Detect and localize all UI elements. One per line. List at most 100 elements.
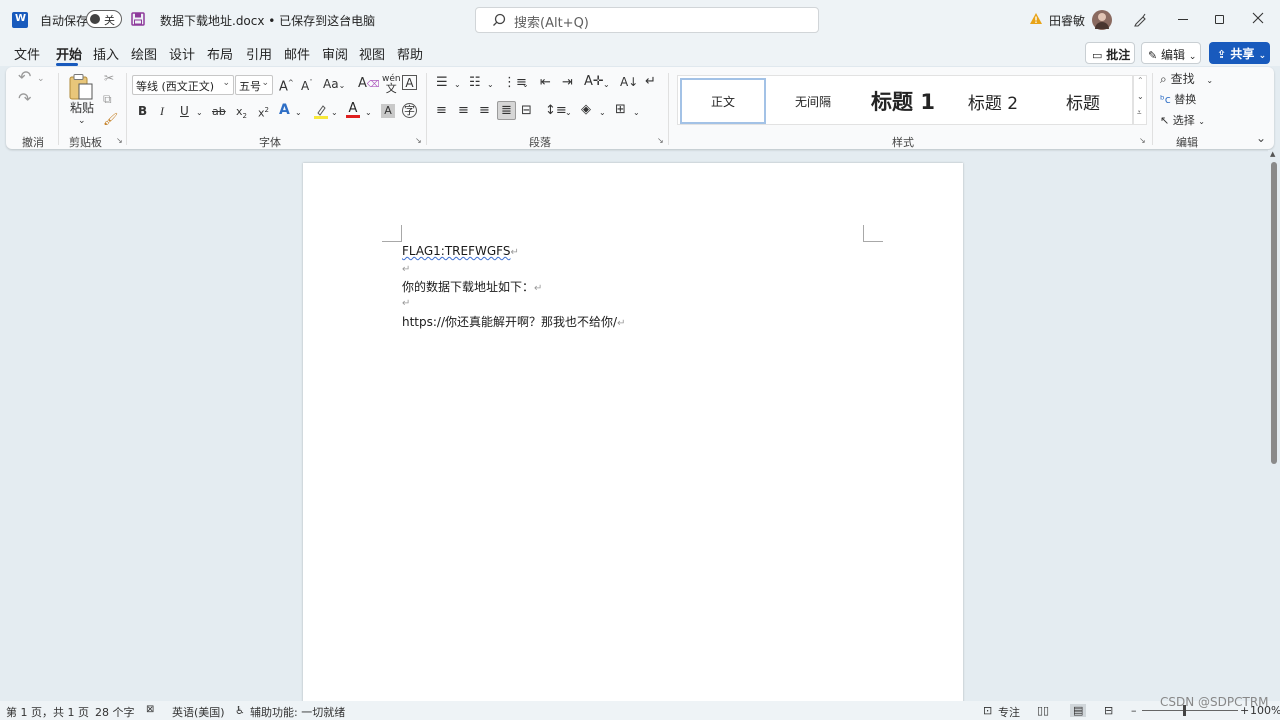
undo-icon[interactable]: ↶ [18, 69, 31, 85]
increase-indent-icon[interactable]: ⇥ [562, 75, 573, 91]
document-line-empty[interactable]: ↵ [402, 261, 410, 275]
tab-layout[interactable]: 布局 [207, 44, 233, 63]
chevron-down-icon[interactable]: ⌄ [599, 105, 606, 121]
tab-view[interactable]: 视图 [359, 44, 385, 63]
print-layout-icon[interactable]: ▤ [1070, 704, 1087, 717]
editing-mode-button[interactable]: ✎ 编辑 ⌄ [1141, 42, 1201, 64]
styles-gallery-scroll[interactable]: ⌃ ⌄ ⩡ [1133, 75, 1147, 125]
style-no-spacing[interactable]: 无间隔 [770, 78, 856, 124]
pen-icon[interactable] [1133, 12, 1148, 27]
underline-button[interactable]: U [180, 103, 189, 119]
clear-formatting-icon[interactable]: A⌫ [358, 76, 380, 93]
format-painter-icon[interactable]: 🖌 [103, 111, 118, 127]
align-left-icon[interactable]: ≡ [436, 103, 447, 119]
document-page[interactable]: FLAG1:TREFWGFS↵ ↵ 你的数据下载地址如下：↵ ↵ https:/… [303, 163, 963, 703]
tab-references[interactable]: 引用 [246, 44, 272, 63]
collapse-ribbon-icon[interactable]: ⌄ [1256, 131, 1266, 145]
replace-button[interactable]: ᵇc 替换 [1160, 92, 1196, 108]
show-formatting-icon[interactable]: ↵ [645, 74, 656, 90]
language[interactable]: 英语(美国) [172, 704, 225, 720]
chevron-down-icon[interactable]: ⌄ [565, 105, 572, 121]
numbering-icon[interactable]: ☷ [469, 75, 481, 91]
minimize-icon[interactable] [1178, 19, 1188, 20]
dialog-launcher-icon[interactable]: ↘ [415, 136, 422, 145]
copy-icon[interactable]: ⧉ [103, 91, 112, 107]
vertical-scrollbar[interactable]: ▲ [1268, 150, 1280, 701]
chevron-down-icon[interactable]: ⌄ [196, 105, 203, 121]
superscript-button[interactable]: x2 [258, 102, 269, 122]
avatar[interactable] [1092, 10, 1112, 30]
user-name[interactable]: 田睿敏 [1049, 12, 1085, 29]
chevron-down-icon[interactable]: ⌄ [454, 77, 461, 93]
find-button[interactable]: ⌕ 查找 ⌄ [1160, 71, 1213, 89]
save-icon[interactable] [131, 12, 145, 26]
chevron-down-icon[interactable]: ⌄ [487, 77, 494, 93]
borders-icon[interactable]: ⊞ [615, 102, 626, 118]
chevron-down-icon[interactable]: ⌄ [1137, 92, 1144, 101]
web-layout-icon[interactable]: ⊟ [1104, 704, 1113, 717]
tab-design[interactable]: 设计 [169, 44, 195, 63]
character-shading-icon[interactable]: A [381, 104, 395, 118]
bullets-icon[interactable]: ☰ [436, 75, 448, 91]
document-line-download-intro[interactable]: 你的数据下载地址如下：↵ [402, 278, 542, 295]
share-button[interactable]: ⇪ 共享 ⌄ [1209, 42, 1270, 64]
read-mode-icon[interactable]: ▯▯ [1037, 704, 1049, 717]
style-heading-1[interactable]: 标题 1 [860, 78, 946, 124]
document-line-empty[interactable]: ↵ [402, 295, 410, 309]
strikethrough-button[interactable]: ab [212, 104, 226, 120]
autosave-toggle[interactable]: 关 [86, 10, 122, 28]
bold-button[interactable]: B [138, 103, 147, 119]
tab-insert[interactable]: 插入 [93, 44, 119, 63]
enclose-characters-icon[interactable]: 字 [402, 103, 417, 118]
font-name-combo[interactable]: 等线 (西文正文) ⌄ [132, 75, 234, 95]
restore-icon[interactable] [1215, 15, 1224, 24]
redo-icon[interactable]: ↷ [18, 91, 31, 107]
proofing-icon[interactable]: ⊠ [146, 704, 154, 715]
page-info[interactable]: 第 1 页，共 1 页 [6, 704, 89, 720]
change-case-icon[interactable]: Aa⌄ [323, 76, 345, 94]
shading-icon[interactable]: ◈ [581, 102, 591, 118]
style-title[interactable]: 标题 [1040, 78, 1126, 124]
tab-review[interactable]: 审阅 [322, 44, 348, 63]
chevron-down-icon[interactable]: ⌄ [331, 105, 338, 121]
cut-icon[interactable]: ✂ [104, 70, 114, 86]
chevron-down-icon[interactable]: ⌄ [37, 71, 45, 87]
highlight-icon[interactable] [313, 103, 329, 119]
paste-icon[interactable] [68, 73, 94, 101]
chevron-down-icon[interactable]: ⌄ [365, 105, 372, 121]
font-color-icon[interactable]: A [346, 102, 360, 118]
chevron-down-icon[interactable]: ⌄ [295, 105, 302, 121]
accessibility-status[interactable]: 辅助功能: 一切就绪 [250, 704, 345, 720]
comments-button[interactable]: ▭ 批注 [1085, 42, 1135, 64]
character-border-icon[interactable]: A [402, 75, 417, 90]
search-box[interactable]: 搜索(Alt+Q) [475, 7, 819, 33]
zoom-slider-track[interactable] [1142, 710, 1238, 711]
dialog-launcher-icon[interactable]: ↘ [116, 136, 123, 145]
style-normal[interactable]: 正文 [680, 78, 766, 124]
dialog-launcher-icon[interactable]: ↘ [657, 136, 664, 145]
select-button[interactable]: ↖ 选择 ⌄ [1160, 113, 1205, 130]
line-spacing-icon[interactable]: ↕≡ [545, 103, 567, 119]
justify-icon[interactable]: ≣ [497, 101, 516, 120]
more-styles-icon[interactable]: ⩡ [1137, 108, 1142, 118]
chevron-down-icon[interactable]: ⌄ [633, 105, 640, 121]
grow-font-icon[interactable]: A^ [279, 75, 294, 95]
chevron-up-icon[interactable]: ⌃ [1137, 76, 1144, 85]
subscript-button[interactable]: x2 [236, 104, 247, 124]
dialog-launcher-icon[interactable]: ↘ [1139, 136, 1146, 145]
text-effects-icon[interactable]: A [279, 102, 290, 118]
chevron-down-icon[interactable]: ⌄ [603, 77, 610, 93]
zoom-out-icon[interactable]: – [1131, 704, 1137, 717]
document-line-flag[interactable]: FLAG1:TREFWGFS↵ [402, 244, 519, 258]
focus-mode[interactable]: 专注 [998, 704, 1020, 720]
chevron-down-icon[interactable]: ⌄ [343, 10, 352, 23]
tab-file[interactable]: 文件 [14, 44, 40, 63]
chevron-down-icon[interactable]: ⌄ [522, 77, 529, 93]
scroll-up-icon[interactable]: ▲ [1270, 150, 1275, 158]
align-right-icon[interactable]: ≡ [479, 103, 490, 119]
distributed-icon[interactable]: ⊟ [521, 103, 532, 119]
tab-help[interactable]: 帮助 [397, 44, 423, 63]
phonetic-guide-icon[interactable]: wén 文 [382, 75, 401, 95]
close-icon[interactable] [1252, 12, 1264, 24]
decrease-indent-icon[interactable]: ⇤ [540, 75, 551, 91]
